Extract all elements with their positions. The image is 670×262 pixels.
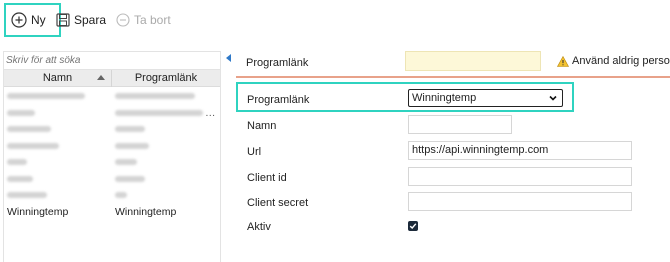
new-button[interactable]: Ny: [4, 3, 61, 37]
namn-field[interactable]: [408, 115, 512, 134]
namn-label: Namn: [247, 120, 277, 132]
row-program-cell: [112, 140, 220, 152]
search-input[interactable]: [4, 52, 220, 69]
warning-text: Använd aldrig personliga: [572, 55, 670, 67]
sort-ascending-icon: [97, 75, 105, 80]
table-row[interactable]: Winningtemp Winningtemp: [4, 204, 220, 221]
delete-button[interactable]: Ta bort: [116, 9, 171, 31]
row-program-cell: [112, 173, 220, 185]
list-header: Namn Programlänk: [4, 70, 220, 87]
column-header-programlank-label: Programlänk: [134, 72, 198, 84]
warning-message: Använd aldrig personliga: [557, 55, 670, 67]
minus-circle-icon: [116, 13, 130, 27]
column-header-programlank[interactable]: Programlänk: [112, 70, 220, 87]
redacted-text: [115, 175, 145, 182]
row-program-cell: [112, 90, 220, 102]
redacted-text: [7, 126, 51, 133]
redacted-text: [115, 142, 149, 149]
table-row[interactable]: [4, 187, 220, 204]
redacted-text: [115, 109, 203, 116]
redacted-text: [7, 192, 47, 199]
row-name-cell: [4, 140, 112, 152]
row-program-cell: Winningtemp: [115, 205, 177, 218]
delete-button-label: Ta bort: [134, 13, 171, 27]
url-label: Url: [247, 146, 262, 158]
header-programlank-field: [405, 51, 541, 71]
new-button-label: Ny: [31, 13, 46, 27]
table-row[interactable]: [4, 88, 220, 105]
table-row[interactable]: [4, 121, 220, 138]
programlank-selected-value: Winningtemp: [412, 92, 477, 104]
table-row[interactable]: [4, 154, 220, 171]
form-header: Programlänk Använd aldrig personliga: [236, 48, 670, 78]
client-secret-label: Client secret: [247, 197, 309, 209]
programlank-select[interactable]: Winningtemp: [408, 89, 563, 107]
row-program-cell: [112, 123, 220, 135]
save-icon: [56, 13, 70, 27]
redacted-text: [7, 159, 27, 166]
redacted-text: [115, 93, 195, 100]
header-programlank-label: Programlänk: [246, 57, 309, 69]
list-pane: Namn Programlänk …: [3, 51, 221, 262]
redacted-text: [115, 126, 145, 133]
row-name-cell: Winningtemp: [7, 205, 69, 218]
redacted-text: [115, 192, 127, 199]
redacted-text: [7, 142, 59, 149]
table-row[interactable]: [4, 138, 220, 155]
client-id-label: Client id: [247, 172, 287, 184]
aktiv-checkbox[interactable]: [408, 221, 418, 231]
aktiv-label: Aktiv: [247, 221, 271, 233]
list-rows: … Winningtemp Winningtemp: [4, 88, 220, 220]
row-name-cell: [4, 156, 112, 168]
redacted-text: [115, 159, 137, 166]
save-button-label: Spara: [74, 13, 107, 27]
column-header-namn-label: Namn: [42, 72, 73, 84]
row-program-cell: [112, 189, 220, 201]
row-name-cell: [4, 90, 112, 102]
column-header-namn[interactable]: Namn: [4, 70, 112, 87]
row-name-cell: [4, 189, 112, 201]
search-box: [4, 52, 220, 70]
client-secret-field[interactable]: [408, 192, 632, 211]
plus-circle-icon: [11, 12, 27, 28]
row-name-cell: [4, 107, 112, 119]
url-field[interactable]: https://api.winningtemp.com: [408, 141, 632, 160]
save-button[interactable]: Spara: [56, 9, 106, 31]
row-name-cell: [4, 173, 112, 185]
redacted-text: [7, 109, 35, 116]
client-id-field[interactable]: [408, 167, 632, 186]
table-row[interactable]: …: [4, 105, 220, 122]
collapse-pane-icon[interactable]: [226, 54, 231, 62]
row-name-cell: [4, 123, 112, 135]
row-program-cell: …: [112, 107, 220, 119]
row-program-cell: [112, 156, 220, 168]
warning-icon: [557, 55, 569, 67]
overflow-ellipsis: …: [205, 106, 216, 119]
toolbar: Ny Spara Ta bort: [0, 0, 670, 44]
chevron-down-icon: [548, 92, 558, 108]
redacted-text: [7, 93, 85, 100]
redacted-text: [7, 175, 33, 182]
table-row[interactable]: [4, 171, 220, 188]
checkmark-icon: [409, 223, 417, 230]
programlank-label: Programlänk: [247, 94, 310, 106]
